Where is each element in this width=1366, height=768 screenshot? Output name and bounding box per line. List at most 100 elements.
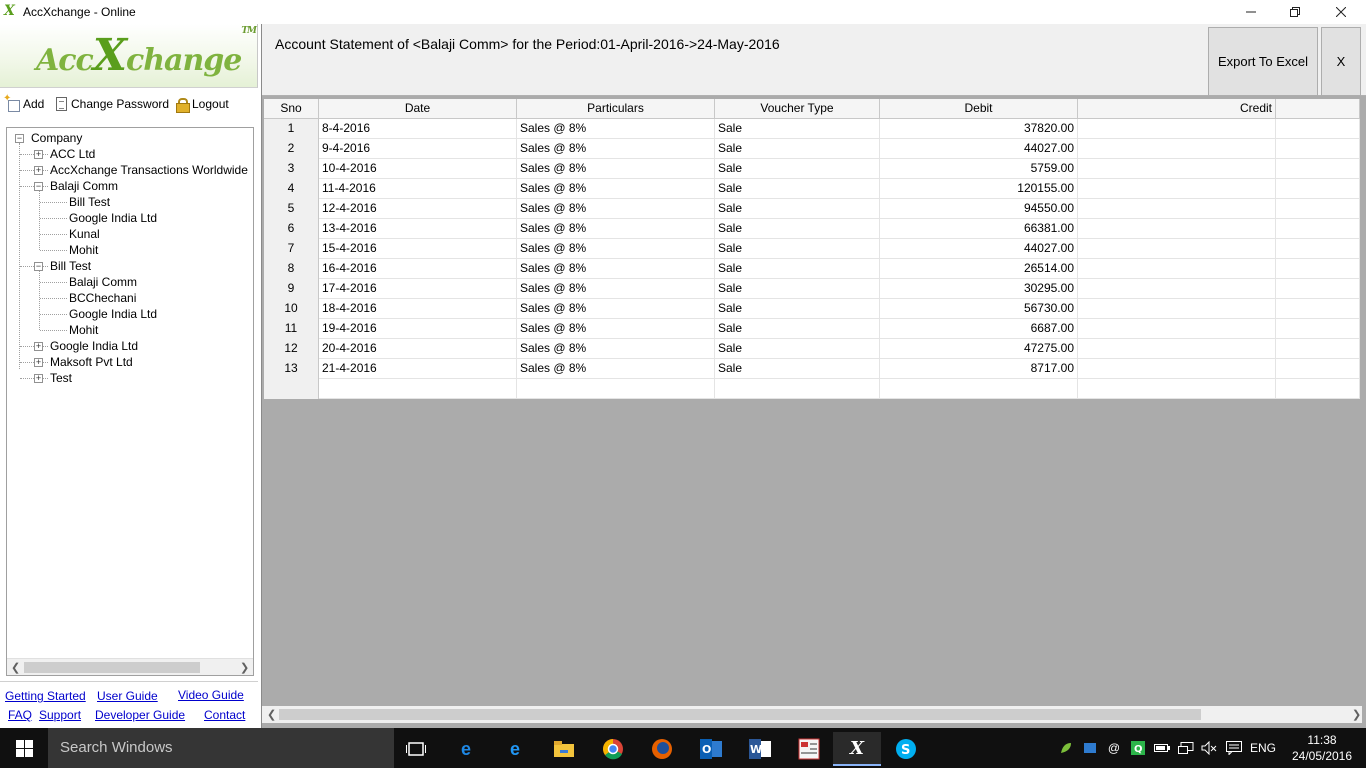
table-cell[interactable]: 30295.00 bbox=[880, 279, 1078, 299]
tree-item[interactable]: Test bbox=[50, 370, 72, 386]
table-row[interactable]: 4 11-4-2016 Sales @ 8% Sale 120155.00 bbox=[264, 179, 1360, 199]
table-horizontal-scrollbar[interactable]: ❮ ❯ bbox=[262, 706, 1362, 723]
scroll-right-icon[interactable]: ❯ bbox=[240, 661, 249, 674]
table-cell[interactable]: Sales @ 8% bbox=[517, 339, 715, 359]
column-header-credit[interactable]: Credit bbox=[1078, 99, 1276, 119]
column-header-voucher-type[interactable]: Voucher Type bbox=[715, 99, 880, 119]
table-cell[interactable]: 5759.00 bbox=[880, 159, 1078, 179]
table-cell[interactable]: Sale bbox=[715, 319, 880, 339]
scroll-thumb[interactable] bbox=[24, 662, 200, 673]
table-cell[interactable]: 11-4-2016 bbox=[319, 179, 517, 199]
expand-toggle-icon[interactable]: + bbox=[34, 150, 43, 159]
network-icon[interactable] bbox=[1176, 728, 1196, 768]
table-row[interactable]: 1 8-4-2016 Sales @ 8% Sale 37820.00 bbox=[264, 119, 1360, 139]
word-icon[interactable]: W bbox=[736, 732, 784, 766]
tree-item[interactable]: Mohit bbox=[69, 322, 98, 338]
start-button[interactable] bbox=[0, 728, 48, 768]
collapse-toggle-icon[interactable]: − bbox=[34, 262, 43, 271]
tree-item-company[interactable]: Company bbox=[31, 130, 82, 146]
table-cell[interactable]: 13-4-2016 bbox=[319, 219, 517, 239]
add-button[interactable]: Add bbox=[3, 93, 44, 112]
table-cell[interactable]: 44027.00 bbox=[880, 139, 1078, 159]
table-cell[interactable]: 66381.00 bbox=[880, 219, 1078, 239]
table-cell[interactable]: Sales @ 8% bbox=[517, 259, 715, 279]
close-statement-button[interactable]: X bbox=[1321, 27, 1361, 96]
table-cell[interactable] bbox=[1078, 299, 1276, 319]
tree-item[interactable]: Balaji Comm bbox=[69, 274, 137, 290]
table-cell[interactable]: Sale bbox=[715, 239, 880, 259]
company-tree[interactable]: ❮ ❯ Company − ACC Ltd + AccXchange Transacti… bbox=[6, 127, 254, 676]
ie-icon[interactable]: e bbox=[491, 732, 539, 766]
taskbar-clock[interactable]: 11:38 24/05/2016 bbox=[1286, 732, 1358, 764]
table-cell[interactable]: Sales @ 8% bbox=[517, 179, 715, 199]
collapse-toggle-icon[interactable]: − bbox=[15, 134, 24, 143]
table-cell[interactable] bbox=[1078, 339, 1276, 359]
tree-item[interactable]: Bill Test bbox=[69, 194, 110, 210]
table-cell[interactable] bbox=[1276, 339, 1360, 359]
tree-item[interactable]: Google India Ltd bbox=[50, 338, 138, 354]
logout-button[interactable]: Logout bbox=[176, 97, 229, 113]
table-cell[interactable] bbox=[880, 379, 1078, 399]
table-cell[interactable]: Sale bbox=[715, 339, 880, 359]
table-cell[interactable]: 17-4-2016 bbox=[319, 279, 517, 299]
table-cell[interactable]: 56730.00 bbox=[880, 299, 1078, 319]
table-cell[interactable]: 8717.00 bbox=[880, 359, 1078, 379]
table-cell[interactable]: Sales @ 8% bbox=[517, 299, 715, 319]
table-cell[interactable] bbox=[1078, 379, 1276, 399]
table-cell[interactable] bbox=[1276, 379, 1360, 399]
table-cell[interactable]: Sales @ 8% bbox=[517, 199, 715, 219]
edge-icon[interactable]: e bbox=[442, 732, 490, 766]
table-cell[interactable]: 21-4-2016 bbox=[319, 359, 517, 379]
table-cell[interactable]: Sale bbox=[715, 299, 880, 319]
faq-link[interactable]: FAQ bbox=[8, 708, 32, 722]
table-cell[interactable]: Sale bbox=[715, 139, 880, 159]
table-cell[interactable]: Sales @ 8% bbox=[517, 239, 715, 259]
table-cell[interactable] bbox=[1078, 139, 1276, 159]
developer-guide-link[interactable]: Developer Guide bbox=[95, 708, 185, 722]
tree-item[interactable]: Kunal bbox=[69, 226, 100, 242]
table-cell[interactable] bbox=[1078, 359, 1276, 379]
tree-item[interactable]: Mohit bbox=[69, 242, 98, 258]
volume-muted-icon[interactable] bbox=[1199, 728, 1219, 768]
quickheal-icon[interactable]: Q bbox=[1128, 728, 1148, 768]
scroll-right-icon[interactable]: ❯ bbox=[1352, 708, 1361, 721]
table-cell[interactable] bbox=[319, 379, 517, 399]
table-cell[interactable]: 9-4-2016 bbox=[319, 139, 517, 159]
tree-item[interactable]: Maksoft Pvt Ltd bbox=[50, 354, 133, 370]
table-cell[interactable] bbox=[1078, 199, 1276, 219]
table-row[interactable]: 9 17-4-2016 Sales @ 8% Sale 30295.00 bbox=[264, 279, 1360, 299]
tree-horizontal-scrollbar[interactable]: ❮ ❯ bbox=[7, 658, 253, 675]
table-new-row[interactable] bbox=[264, 379, 1360, 399]
column-header-sno[interactable]: Sno bbox=[264, 99, 319, 119]
table-cell[interactable]: Sales @ 8% bbox=[517, 159, 715, 179]
accxchange-icon[interactable]: X bbox=[833, 732, 881, 766]
tray-app-icon[interactable] bbox=[1056, 728, 1076, 768]
table-cell[interactable]: 18-4-2016 bbox=[319, 299, 517, 319]
table-cell[interactable]: 47275.00 bbox=[880, 339, 1078, 359]
table-cell[interactable]: 37820.00 bbox=[880, 119, 1078, 139]
contact-link[interactable]: Contact bbox=[204, 708, 245, 722]
column-header-date[interactable]: Date bbox=[319, 99, 517, 119]
scroll-left-icon[interactable]: ❮ bbox=[267, 708, 276, 721]
task-view-icon[interactable] bbox=[392, 732, 440, 766]
table-cell[interactable] bbox=[1078, 119, 1276, 139]
table-cell[interactable] bbox=[1276, 139, 1360, 159]
table-cell[interactable] bbox=[1276, 199, 1360, 219]
support-link[interactable]: Support bbox=[39, 708, 81, 722]
table-cell[interactable]: 10-4-2016 bbox=[319, 159, 517, 179]
table-cell[interactable]: 8-4-2016 bbox=[319, 119, 517, 139]
table-row[interactable]: 2 9-4-2016 Sales @ 8% Sale 44027.00 bbox=[264, 139, 1360, 159]
getting-started-link[interactable]: Getting Started bbox=[5, 689, 86, 703]
scroll-left-icon[interactable]: ❮ bbox=[11, 661, 20, 674]
tally-icon[interactable] bbox=[785, 732, 833, 766]
tree-item[interactable]: Bill Test bbox=[50, 258, 91, 274]
table-cell[interactable]: 26514.00 bbox=[880, 259, 1078, 279]
table-row[interactable]: 10 18-4-2016 Sales @ 8% Sale 56730.00 bbox=[264, 299, 1360, 319]
table-cell[interactable]: Sales @ 8% bbox=[517, 359, 715, 379]
table-cell[interactable] bbox=[1078, 219, 1276, 239]
table-row[interactable]: 11 19-4-2016 Sales @ 8% Sale 6687.00 bbox=[264, 319, 1360, 339]
skype-icon[interactable]: S bbox=[882, 732, 930, 766]
table-cell[interactable]: 19-4-2016 bbox=[319, 319, 517, 339]
table-cell[interactable]: Sale bbox=[715, 159, 880, 179]
language-indicator[interactable]: ENG bbox=[1248, 728, 1278, 768]
